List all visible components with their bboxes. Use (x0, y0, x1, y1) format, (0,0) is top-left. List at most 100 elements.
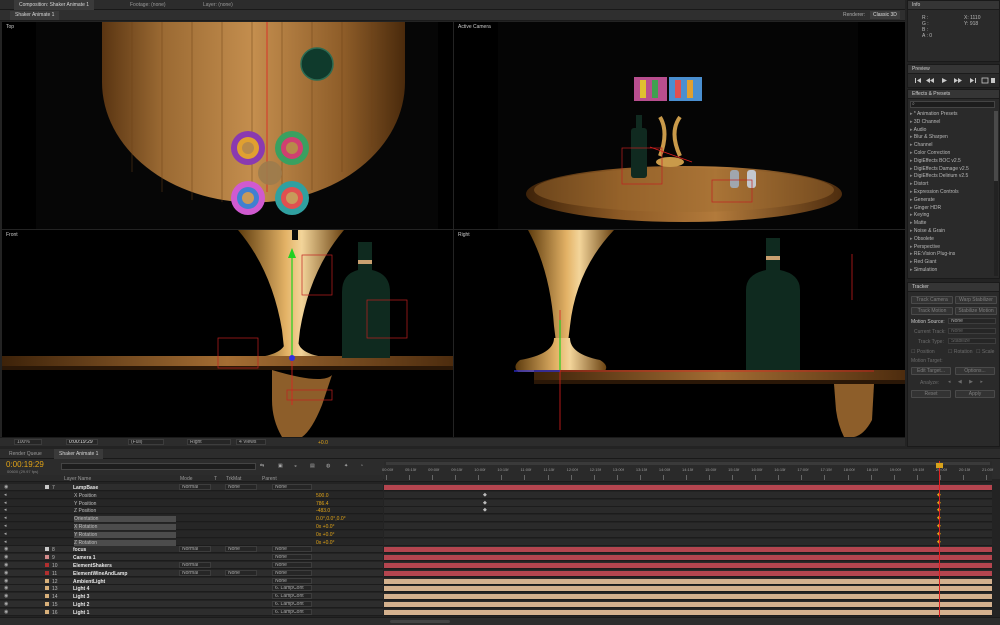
visibility-eye-icon[interactable]: ◉ (4, 609, 8, 615)
comp-mini-flowchart-icon[interactable]: ⇆ (260, 463, 264, 469)
effects-category[interactable]: ▸ DigiEffects Delirium v2.5 (910, 173, 994, 180)
keyframe-icon[interactable]: ◆ (483, 492, 487, 498)
layer-row[interactable]: ◉ 10 ElementShakers Normal None (0, 562, 383, 569)
layer-row[interactable]: ◉ 13 Light 4 6. LampCont (0, 585, 383, 593)
keyframe-icon[interactable]: ◆ (483, 500, 487, 506)
layer-row[interactable]: ◉ 14 Light 3 6. LampCont (0, 593, 383, 601)
options-button[interactable]: Options... (955, 367, 995, 375)
timeline-track[interactable]: ◆◆ (384, 491, 992, 499)
parent-dropdown[interactable]: None (272, 484, 312, 490)
label-color-chip[interactable] (45, 547, 49, 552)
visibility-eye-icon[interactable]: ◉ (4, 554, 8, 560)
timeline-track[interactable] (384, 546, 992, 554)
parent-dropdown[interactable]: None (272, 577, 312, 584)
brainstorm-icon[interactable]: ✦ (344, 463, 348, 469)
current-time-indicator[interactable] (939, 461, 940, 617)
mode-dropdown[interactable]: Normal (179, 546, 211, 553)
effects-scrollbar[interactable] (994, 111, 998, 276)
timeline-track[interactable]: ◆◆ (384, 507, 992, 515)
timeline-search-input[interactable] (61, 463, 256, 470)
layer-row[interactable]: ◉ 15 Light 2 6. LampCont (0, 601, 383, 608)
effects-category[interactable]: ▸ Ginger HDR (910, 205, 994, 212)
resolution-dropdown[interactable]: (Full) (128, 439, 164, 445)
tab-composition[interactable]: Composition: Shaker Animate 1 (14, 0, 95, 10)
current-track-dropdown[interactable]: None (948, 328, 996, 334)
comp-subtab[interactable]: Shaker Animate 1 (10, 11, 60, 20)
property-name[interactable]: X Rotation (74, 524, 176, 530)
label-color-chip[interactable] (45, 563, 49, 567)
layer-name[interactable]: Light 1 (73, 610, 89, 616)
property-name[interactable]: Z Position (74, 508, 96, 514)
layer-row[interactable]: ◉ 12 AmbientLight None (0, 577, 383, 585)
effects-category[interactable]: ▸ Audio (910, 127, 994, 134)
label-color-chip[interactable] (45, 578, 49, 583)
keyframe-nav-icon[interactable]: ◂ (4, 507, 7, 513)
trkmat-dropdown[interactable]: None (225, 569, 257, 576)
parent-dropdown[interactable]: 6. LampCont (272, 593, 312, 600)
effects-category[interactable]: ▸ Blur & Sharpen (910, 134, 994, 141)
preview-controls[interactable] (914, 77, 996, 85)
effects-category[interactable]: ▸ Matte (910, 220, 994, 227)
effects-category[interactable]: ▸ Expression Controls (910, 189, 994, 196)
view-top[interactable]: Top (2, 22, 453, 229)
effects-category[interactable]: ▸ Color Correction (910, 150, 994, 157)
view-front[interactable]: Front (2, 230, 453, 437)
property-value[interactable]: 0.0°,0.0°,0.0° (316, 516, 346, 522)
keyframe-nav-icon[interactable]: ◂ (4, 539, 7, 545)
timeline-timecode[interactable]: 0:00:19:29 (6, 460, 44, 469)
layer-name[interactable]: AmbientLight (73, 579, 105, 585)
view-right[interactable]: Right (454, 230, 905, 437)
visibility-eye-icon[interactable]: ◉ (4, 601, 8, 607)
apply-button[interactable]: Apply (955, 390, 995, 398)
playhead-handle[interactable] (936, 463, 943, 468)
tab-layer[interactable]: Layer: (none) (198, 0, 238, 10)
property-value[interactable]: 0x +0.0° (316, 524, 335, 530)
property-row[interactable]: ◂ X Position 500.0 (0, 491, 383, 499)
effects-search-input[interactable]: ⌕ (910, 101, 995, 108)
col-trkmat[interactable]: TrkMat (226, 476, 241, 482)
effects-category[interactable]: ▸ Keying (910, 212, 994, 219)
reset-button[interactable]: Reset (911, 390, 951, 398)
label-color-chip[interactable] (45, 485, 49, 489)
property-value[interactable]: 0x +0.0° (316, 540, 335, 546)
timeline-track[interactable]: ◆ (384, 515, 992, 523)
warp-stabilizer-button[interactable]: Warp Stabilizer (955, 296, 997, 304)
parent-dropdown[interactable]: 6. LampCont (272, 608, 312, 615)
layer-name[interactable]: Light 2 (73, 602, 89, 608)
property-row[interactable]: ◂ Z Rotation 0x +0.0° (0, 538, 383, 546)
timeline-track[interactable] (384, 484, 992, 491)
trkmat-dropdown[interactable]: None (225, 484, 257, 490)
timeline-track[interactable] (384, 569, 992, 577)
property-name[interactable]: Y Rotation (74, 531, 176, 538)
label-color-chip[interactable] (45, 555, 49, 560)
layer-duration-bar[interactable] (384, 578, 992, 584)
parent-dropdown[interactable]: None (272, 546, 312, 553)
visibility-eye-icon[interactable]: ◉ (4, 546, 8, 552)
layer-duration-bar[interactable] (384, 594, 992, 600)
renderer-value[interactable]: Classic 3D (870, 11, 900, 19)
col-parent[interactable]: Parent (262, 476, 277, 482)
keyframe-nav-icon[interactable]: ◂ (4, 531, 7, 537)
timeline-track[interactable] (384, 593, 992, 601)
layer-row[interactable]: ◉ 9 Camera 1 None (0, 554, 383, 562)
property-name[interactable]: Z Rotation (74, 539, 176, 546)
col-layer-name[interactable]: Layer Name (64, 476, 91, 482)
draft-3d-icon[interactable]: ▣ (278, 463, 283, 469)
timeline-track[interactable] (384, 562, 992, 569)
visibility-eye-icon[interactable]: ◉ (4, 570, 8, 576)
effects-category[interactable]: ▸ Red Giant (910, 259, 994, 266)
property-row[interactable]: ◂ Y Rotation 0x +0.0° (0, 530, 383, 538)
effects-category[interactable]: ▸ Perspective (910, 244, 994, 251)
effects-category[interactable]: ▸ * Animation Presets (910, 111, 994, 118)
exposure-value[interactable]: +0.0 (318, 440, 328, 446)
effects-category[interactable]: ▸ 3D Channel (910, 119, 994, 126)
zoom-dropdown[interactable]: 100% (14, 439, 42, 445)
parent-dropdown[interactable]: 6. LampCont (272, 585, 312, 592)
layer-name[interactable]: Light 4 (73, 586, 89, 592)
shy-icon[interactable]: ◒ (294, 463, 297, 469)
property-row[interactable]: ◂ Y Position 786.4 (0, 499, 383, 507)
visibility-eye-icon[interactable]: ◉ (4, 484, 8, 490)
property-value[interactable]: 500.0 (316, 493, 329, 499)
effects-category[interactable]: ▸ Generate (910, 197, 994, 204)
property-value[interactable]: 786.4 (316, 501, 329, 507)
